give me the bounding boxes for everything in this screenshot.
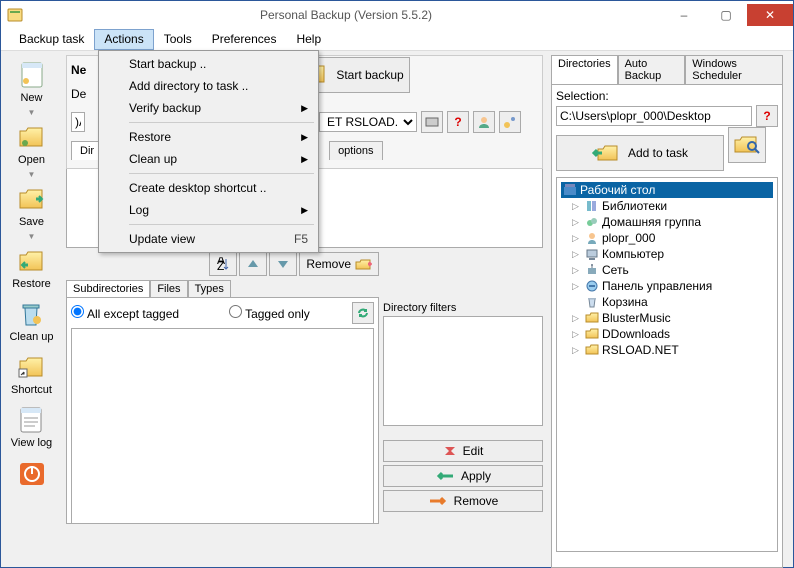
svg-text:Z: Z [217, 259, 224, 271]
menu-tools[interactable]: Tools [154, 29, 202, 50]
toolbar-shortcut[interactable]: Shortcut [11, 351, 52, 396]
chevron-down-icon: ▼ [28, 232, 36, 241]
filter-edit-button[interactable]: Edit [383, 440, 543, 462]
right-panel: Directories Auto Backup Windows Schedule… [547, 51, 787, 567]
radio-all-except-tagged[interactable]: All except tagged [71, 305, 179, 321]
titlebar: Personal Backup (Version 5.5.2) – ▢ ✕ [1, 1, 793, 29]
chevron-down-icon: ▼ [28, 108, 36, 117]
move-up-button[interactable] [239, 252, 267, 276]
tab-auto-backup[interactable]: Auto Backup [618, 55, 686, 85]
subtab-types[interactable]: Types [188, 280, 231, 298]
tab-options[interactable]: options [329, 141, 382, 160]
menu-preferences[interactable]: Preferences [202, 29, 287, 50]
tree-item[interactable]: ▷BlusterMusic [561, 310, 773, 326]
tree-item[interactable]: ▷RSLOAD.NET [561, 342, 773, 358]
sort-button[interactable]: AZ [209, 252, 237, 276]
remove-dir-button[interactable]: Remove [299, 252, 379, 276]
selection-label: Selection: [556, 89, 778, 103]
filter-remove-button[interactable]: Remove [383, 490, 543, 512]
tree-item[interactable]: ▷Сеть [561, 262, 773, 278]
menu-restore[interactable]: Restore▶ [101, 126, 316, 148]
tab-directories[interactable]: Directories [551, 55, 618, 85]
chevron-down-icon: ▼ [28, 170, 36, 179]
tree-item[interactable]: ▷Домашняя группа [561, 214, 773, 230]
toolbar-open[interactable]: Open [16, 121, 48, 166]
tree-item[interactable]: ▷plopr_000 [561, 230, 773, 246]
menu-separator [129, 224, 314, 225]
menu-start-backup[interactable]: Start backup .. [101, 53, 316, 75]
filter-list[interactable] [383, 316, 543, 426]
minimize-button[interactable]: – [663, 4, 705, 26]
menu-help[interactable]: Help [286, 29, 331, 50]
tab-windows-scheduler[interactable]: Windows Scheduler [685, 55, 783, 85]
menu-backup-task[interactable]: Backup task [9, 29, 94, 50]
app-icon [7, 7, 23, 23]
radio-tagged-only[interactable]: Tagged only [229, 305, 310, 321]
tree-item[interactable]: ▷Панель управления [561, 278, 773, 294]
toolbar-save[interactable]: Save [16, 183, 48, 228]
add-to-task-button[interactable]: Add to task [556, 135, 724, 171]
menu-log[interactable]: Log▶ [101, 199, 316, 221]
menu-verify-backup[interactable]: Verify backup▶ [101, 97, 316, 119]
actions-menu-popup: Start backup .. Add directory to task ..… [98, 50, 319, 253]
new-label-fragment: Ne [71, 63, 86, 77]
toolbar-clean-up[interactable]: Clean up [9, 298, 53, 343]
toolbar-restore[interactable]: Restore [12, 245, 51, 290]
directory-tree[interactable]: Рабочий стол ▷Библиотеки ▷Домашняя групп… [556, 177, 778, 552]
tree-item[interactable]: ▷DDownloads [561, 326, 773, 342]
toolbar-new[interactable]: New [16, 59, 48, 104]
subtab-subdirectories[interactable]: Subdirectories [66, 280, 150, 298]
toolbar-view-log[interactable]: View log [11, 404, 52, 449]
subdir-list[interactable] [71, 328, 374, 524]
dest-combo[interactable]: ET RSLOAD.NET [319, 112, 417, 132]
directory-filters-label: Directory filters [383, 302, 543, 314]
tree-root[interactable]: Рабочий стол [561, 182, 773, 198]
tree-item[interactable]: ▷Библиотеки [561, 198, 773, 214]
close-button[interactable]: ✕ [747, 4, 793, 26]
menu-separator [129, 122, 314, 123]
dest-label-fragment: De [71, 87, 86, 101]
menu-actions[interactable]: Actions [94, 29, 153, 50]
subtab-files[interactable]: Files [150, 280, 187, 298]
user-button[interactable] [473, 111, 495, 133]
filter-apply-button[interactable]: Apply [383, 465, 543, 487]
refresh-button[interactable] [352, 302, 374, 324]
menu-separator [129, 173, 314, 174]
menu-create-shortcut[interactable]: Create desktop shortcut .. [101, 177, 316, 199]
help-button[interactable]: ? [756, 105, 778, 127]
tree-item[interactable]: ▷Корзина [561, 294, 773, 310]
menubar: Backup task Actions Tools Preferences He… [1, 29, 793, 51]
window-title: Personal Backup (Version 5.5.2) [29, 8, 663, 22]
left-panel: Start backup .. Add directory to task ..… [62, 51, 547, 567]
help-button[interactable]: ? [447, 111, 469, 133]
side-toolbar: New ▼ Open ▼ Save ▼ Restore Clean up Sho… [1, 51, 62, 567]
menu-update-view[interactable]: Update viewF5 [101, 228, 316, 250]
gear-network-button[interactable] [499, 111, 521, 133]
path-fragment[interactable] [71, 112, 85, 132]
disk-button[interactable] [421, 111, 443, 133]
tree-item[interactable]: ▷Компьютер [561, 246, 773, 262]
selection-path-input[interactable] [556, 106, 752, 126]
maximize-button[interactable]: ▢ [705, 4, 747, 26]
menu-clean-up[interactable]: Clean up▶ [101, 148, 316, 170]
search-folder-button[interactable] [728, 127, 766, 163]
move-down-button[interactable] [269, 252, 297, 276]
menu-add-directory[interactable]: Add directory to task .. [101, 75, 316, 97]
toolbar-power[interactable] [16, 457, 48, 489]
